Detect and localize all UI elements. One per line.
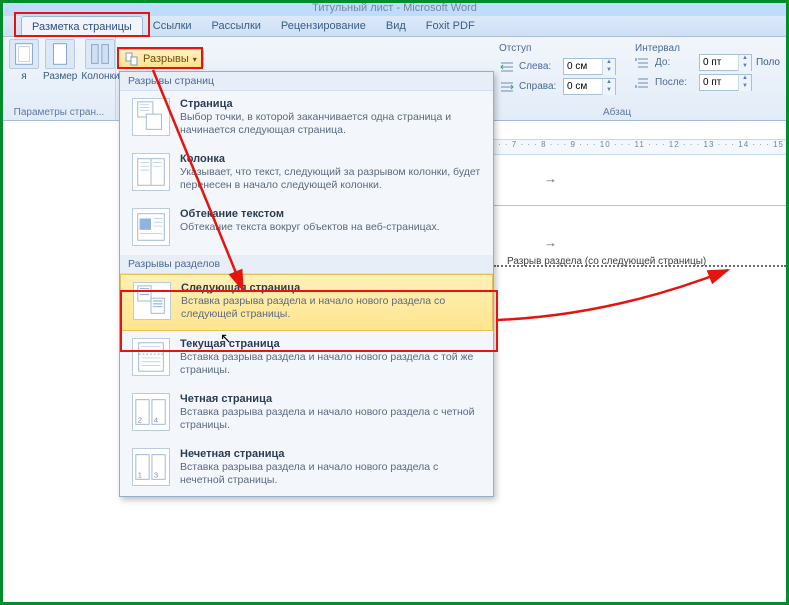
indent-right-icon bbox=[499, 80, 515, 94]
breaks-dropdown: Разрывы страниц СтраницаВыбор точки, в к… bbox=[119, 71, 494, 497]
position-button[interactable]: Поло bbox=[756, 57, 780, 68]
horizontal-ruler[interactable]: · · 7 · · · 8 · · · 9 · · · 10 · · · 11 … bbox=[494, 139, 786, 155]
columns-button[interactable]: Колонки bbox=[81, 39, 119, 82]
breaks-item-page[interactable]: СтраницаВыбор точки, в которой заканчива… bbox=[120, 91, 493, 146]
tab-references[interactable]: Ссылки bbox=[143, 16, 202, 37]
svg-text:3: 3 bbox=[154, 470, 158, 479]
indent-left-icon bbox=[499, 60, 515, 74]
svg-text:4: 4 bbox=[154, 415, 158, 424]
breaks-item-text-wrap[interactable]: Обтекание текстомОбтекание текста вокруг… bbox=[120, 201, 493, 255]
paragraph-mark-icon: → bbox=[544, 235, 557, 250]
breaks-item-next-page[interactable]: Следующая страницаВставка разрыва раздел… bbox=[120, 274, 493, 331]
breaks-item-even-page[interactable]: 24 Четная страницаВставка разрыва раздел… bbox=[120, 386, 493, 441]
breaks-item-odd-page[interactable]: 13 Нечетная страницаВставка разрыва разд… bbox=[120, 441, 493, 496]
section-break-line bbox=[494, 265, 786, 267]
spin-down[interactable]: ▼ bbox=[602, 87, 615, 95]
tab-view[interactable]: Вид bbox=[376, 16, 416, 37]
window-title: Титульный лист - Microsoft Word bbox=[3, 3, 786, 16]
page-break-icon bbox=[132, 98, 170, 136]
continuous-section-icon bbox=[132, 338, 170, 376]
spin-up[interactable]: ▲ bbox=[602, 59, 615, 67]
page-boundary bbox=[494, 205, 786, 206]
indent-group: Отступ Слева: ▲▼ Справа: ▲▼ bbox=[499, 43, 616, 98]
column-break-icon bbox=[132, 153, 170, 191]
tab-review[interactable]: Рецензирование bbox=[271, 16, 376, 37]
space-after-field[interactable]: ▲▼ bbox=[699, 74, 752, 91]
size-icon bbox=[45, 39, 75, 69]
indent-header: Отступ bbox=[499, 43, 616, 54]
indent-left-input[interactable] bbox=[564, 61, 602, 72]
dropdown-section-header-section: Разрывы разделов bbox=[120, 255, 493, 274]
tab-foxit-pdf[interactable]: Foxit PDF bbox=[416, 16, 485, 37]
spin-up[interactable]: ▲ bbox=[602, 79, 615, 87]
columns-icon bbox=[85, 39, 115, 69]
ribbon-tabs: Разметка страницы Ссылки Рассылки Реценз… bbox=[3, 16, 786, 37]
space-after-label: После: bbox=[655, 77, 695, 88]
space-before-icon bbox=[635, 56, 651, 70]
indent-right-field[interactable]: ▲▼ bbox=[563, 78, 616, 95]
size-button[interactable]: Размер bbox=[43, 39, 77, 82]
spin-down[interactable]: ▼ bbox=[602, 67, 615, 75]
dropdown-section-header-page: Разрывы страниц bbox=[120, 72, 493, 91]
svg-text:2: 2 bbox=[138, 415, 142, 424]
page-setup-group-label: Параметры стран... bbox=[9, 107, 109, 120]
margins-button[interactable]: я bbox=[9, 39, 39, 82]
space-after-icon bbox=[635, 76, 651, 90]
indent-left-label: Слева: bbox=[519, 61, 559, 72]
cursor-icon: ↖ bbox=[220, 330, 232, 347]
spin-up[interactable]: ▲ bbox=[738, 55, 751, 63]
breaks-icon bbox=[125, 52, 139, 66]
spin-up[interactable]: ▲ bbox=[738, 75, 751, 83]
caret-down-icon: ▾ bbox=[193, 55, 197, 64]
interval-group: Интервал До: ▲▼ После: ▲▼ bbox=[635, 43, 752, 94]
margins-icon bbox=[9, 39, 39, 69]
text-wrap-break-icon bbox=[132, 208, 170, 246]
space-before-field[interactable]: ▲▼ bbox=[699, 54, 752, 71]
interval-header: Интервал bbox=[635, 43, 752, 54]
indent-right-input[interactable] bbox=[564, 81, 602, 92]
indent-right-label: Справа: bbox=[519, 81, 559, 92]
indent-left-field[interactable]: ▲▼ bbox=[563, 58, 616, 75]
breaks-item-column[interactable]: КолонкаУказывает, что текст, следующий з… bbox=[120, 146, 493, 201]
spin-down[interactable]: ▼ bbox=[738, 83, 751, 91]
breaks-item-continuous[interactable]: Текущая страницаВставка разрыва раздела … bbox=[120, 331, 493, 386]
breaks-button[interactable]: Разрывы ▾ bbox=[118, 49, 204, 69]
space-before-label: До: bbox=[655, 57, 695, 68]
odd-page-section-icon: 13 bbox=[132, 448, 170, 486]
spin-down[interactable]: ▼ bbox=[738, 63, 751, 71]
next-page-section-icon bbox=[133, 282, 171, 320]
paragraph-mark-icon: → bbox=[544, 171, 557, 186]
tab-mailings[interactable]: Рассылки bbox=[202, 16, 271, 37]
space-before-input[interactable] bbox=[700, 57, 738, 68]
tab-page-layout[interactable]: Разметка страницы bbox=[21, 16, 143, 37]
svg-text:1: 1 bbox=[138, 470, 142, 479]
paragraph-group-label: Абзац bbox=[603, 107, 631, 118]
even-page-section-icon: 24 bbox=[132, 393, 170, 431]
document-area[interactable]: → → Разрыв раздела (со следующей страниц… bbox=[494, 155, 786, 602]
space-after-input[interactable] bbox=[700, 77, 738, 88]
